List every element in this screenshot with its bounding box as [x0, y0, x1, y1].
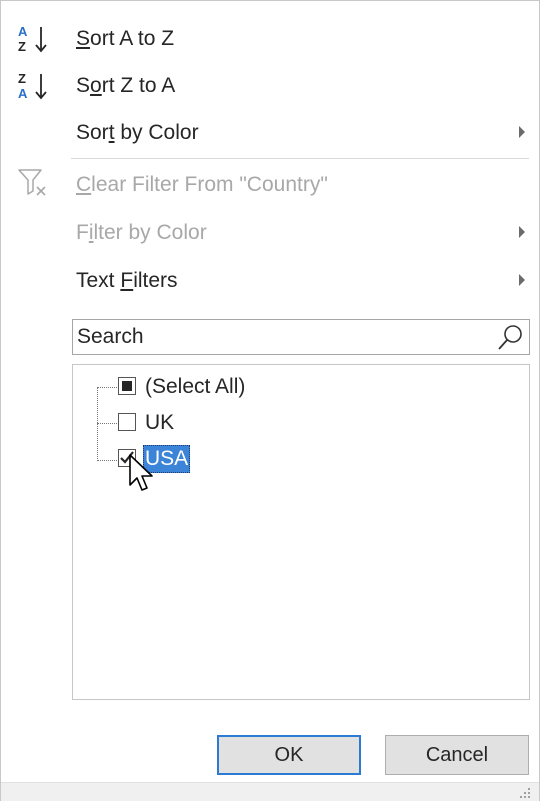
sort-ascending-icon: A Z [18, 24, 47, 54]
tree-connector [97, 387, 117, 388]
svg-text:Z: Z [18, 39, 26, 54]
cancel-button[interactable]: Cancel [385, 735, 529, 775]
sort-z-to-a-label: Sort Z to A [76, 74, 176, 97]
mouse-pointer-icon [129, 454, 153, 491]
sort-descending-icon: Z A [18, 71, 47, 101]
select-all-checkbox[interactable] [118, 377, 136, 395]
menu-item-sort-a-to-z[interactable]: A Z Sort A to Z [1, 15, 539, 63]
menu-item-filter-by-color[interactable]: Filter by Color [1, 209, 539, 257]
menu-item-clear-filter[interactable]: Clear Filter From "Country" [1, 161, 539, 209]
submenu-arrow-icon [519, 226, 525, 238]
clear-filter-icon [18, 169, 46, 196]
menu-item-text-filters[interactable]: Text Filters [1, 257, 539, 305]
tree-connector [97, 460, 117, 461]
uk-checkbox[interactable] [118, 413, 136, 431]
filter-values-list[interactable]: (Select All) UK USA [72, 364, 530, 700]
list-item-label: UK [145, 411, 175, 434]
search-box [72, 319, 530, 355]
partial-check-indicator [122, 381, 132, 391]
svg-text:Z: Z [18, 71, 26, 86]
sort-a-to-z-label: Sort A to Z [76, 27, 175, 50]
menu-item-sort-z-to-a[interactable]: Z A Sort Z to A [1, 62, 539, 110]
resize-bar[interactable] [1, 782, 539, 801]
text-filters-label: Text Filters [76, 269, 178, 292]
tree-connector [97, 387, 98, 461]
submenu-arrow-icon [519, 274, 525, 286]
sort-by-color-label: Sort by Color [76, 121, 199, 144]
svg-text:A: A [18, 24, 28, 39]
svg-text:A: A [18, 86, 28, 101]
filter-dropdown-panel: A Z Sort A to Z Z A Sort Z to A Sort by … [0, 0, 540, 801]
menu-separator [71, 158, 529, 159]
resize-grip-icon[interactable] [519, 787, 531, 799]
clear-filter-label: Clear Filter From "Country" [76, 173, 328, 196]
menu-item-sort-by-color[interactable]: Sort by Color [1, 109, 539, 157]
filter-by-color-label: Filter by Color [76, 221, 207, 244]
list-item-label: (Select All) [145, 375, 246, 398]
search-input[interactable] [75, 322, 489, 352]
ok-button[interactable]: OK [217, 735, 361, 775]
submenu-arrow-icon [519, 126, 525, 138]
search-icon[interactable] [495, 323, 525, 353]
tree-connector [97, 423, 117, 424]
